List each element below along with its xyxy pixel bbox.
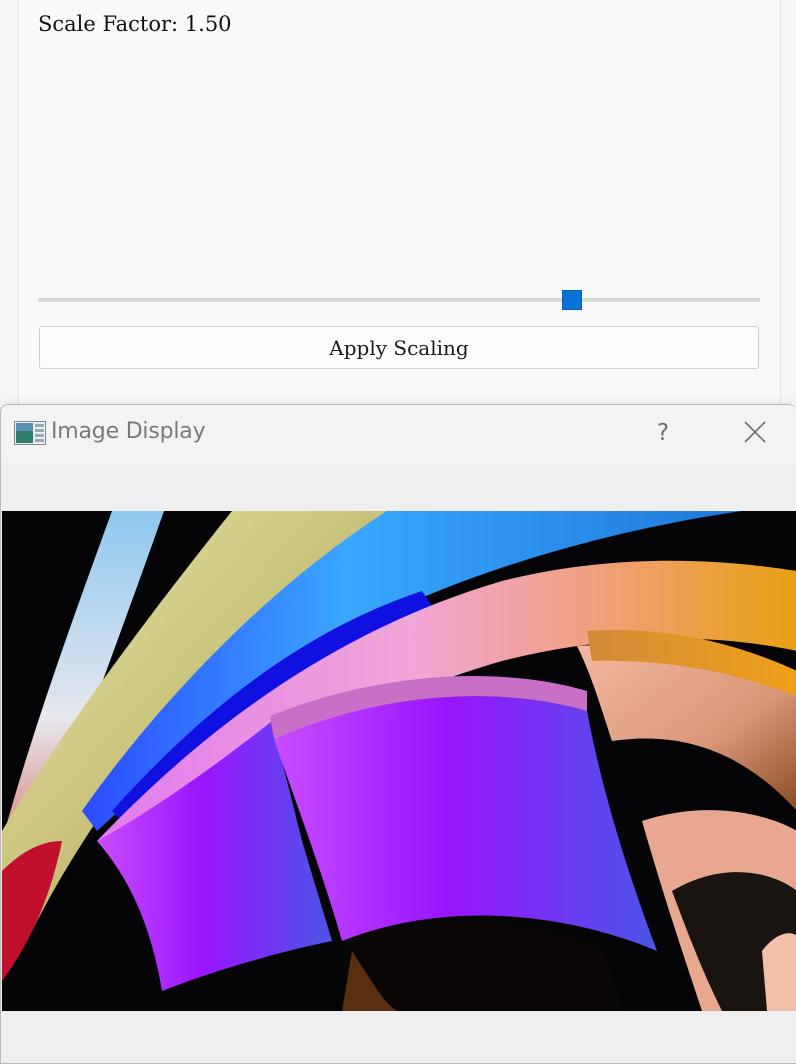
dialog-title: Image Display (51, 419, 206, 444)
dialog-bottom-area (1, 1011, 796, 1063)
image-app-icon (14, 421, 46, 445)
close-icon (743, 420, 767, 447)
dialog-top-area (1, 463, 796, 511)
dialog-titlebar[interactable]: Image Display ? (1, 405, 796, 463)
close-button[interactable] (733, 413, 777, 453)
apply-scaling-button[interactable]: Apply Scaling (39, 326, 759, 369)
abstract-colorful-ribbons-image (2, 511, 796, 1011)
displayed-image (2, 511, 796, 1011)
slider-handle[interactable] (562, 290, 583, 310)
scale-slider[interactable] (38, 288, 760, 312)
image-display-dialog: Image Display ? (0, 404, 796, 1064)
scale-factor-label: Scale Factor: 1.50 (38, 12, 232, 36)
help-button[interactable]: ? (641, 413, 685, 453)
main-window: Scale Factor: 1.50 Apply Scaling (18, 0, 781, 410)
slider-track[interactable] (38, 298, 760, 302)
